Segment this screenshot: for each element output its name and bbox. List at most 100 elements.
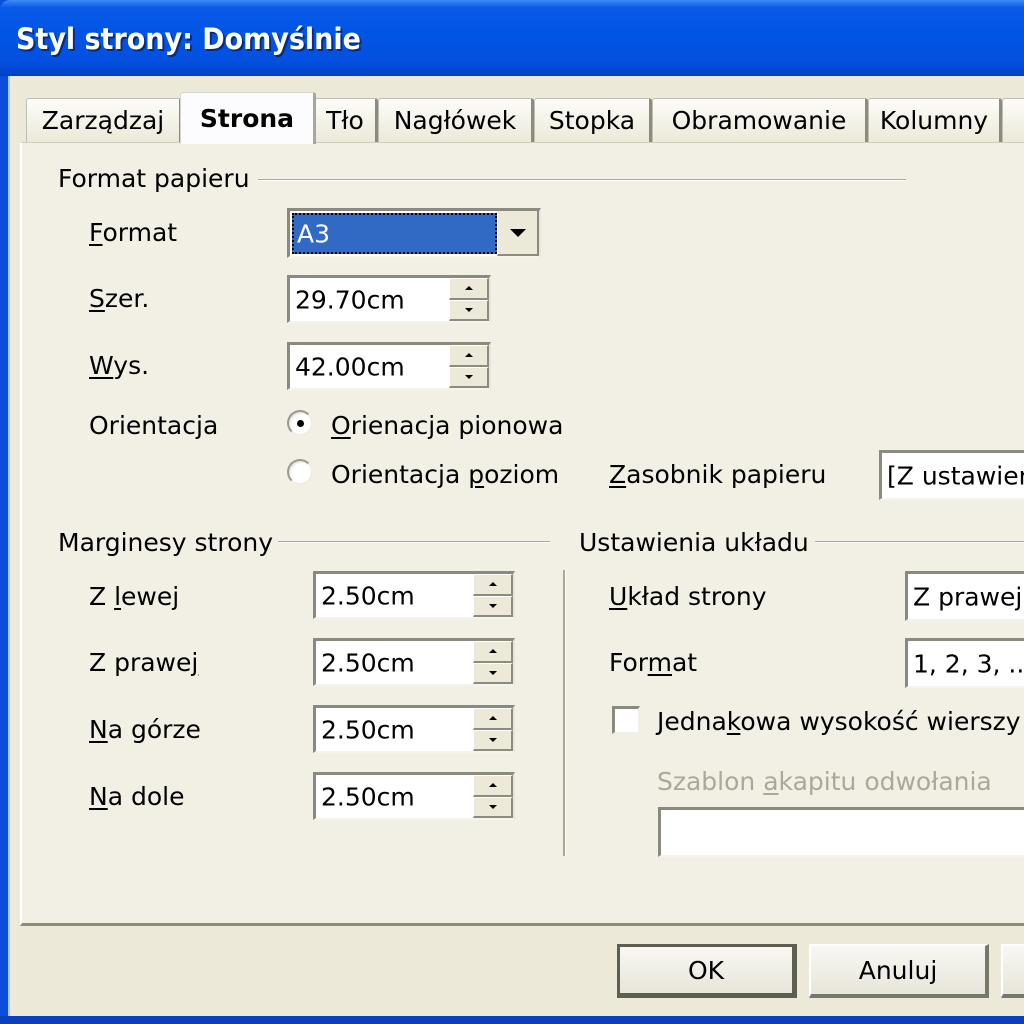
spin-up-button[interactable] bbox=[473, 574, 513, 596]
arrow-down-icon bbox=[488, 804, 497, 809]
spin-down-button[interactable] bbox=[473, 662, 513, 684]
chevron-down-icon bbox=[509, 228, 526, 237]
margin-right-label: Z prawej bbox=[89, 648, 199, 677]
reference-style-label: Szablon akapitu odwołania bbox=[657, 767, 992, 796]
tab-naglowek[interactable]: Nagłówek bbox=[378, 98, 534, 142]
dialog-window: Styl strony: Domyślnie Zarządzaj Strona … bbox=[0, 0, 1024, 1024]
tab-stopka[interactable]: Stopka bbox=[534, 98, 652, 142]
dialog-title: Styl strony: Domyślnie bbox=[16, 22, 361, 56]
margin-top-label: Na górze bbox=[89, 715, 201, 744]
width-label: Szer. bbox=[89, 284, 150, 313]
cancel-button[interactable]: Anuluj bbox=[809, 944, 989, 998]
paper-height-input[interactable]: 42.00cm bbox=[287, 342, 491, 390]
tab-kolumny[interactable]: Kolumny bbox=[868, 98, 1002, 142]
arrow-down-icon bbox=[488, 603, 497, 608]
tab-label: Strona bbox=[199, 104, 295, 133]
tab-label: Zarządzaj bbox=[41, 106, 165, 135]
paper-format-selected-value: A3 bbox=[292, 213, 497, 254]
margin-bottom-label: Na dole bbox=[89, 782, 185, 811]
margin-bottom-input[interactable]: 2.50cm bbox=[313, 772, 515, 820]
margin-top-input[interactable]: 2.50cm bbox=[313, 705, 515, 753]
paper-format-select[interactable]: A3 bbox=[287, 208, 541, 258]
margin-left-label: Z lewej bbox=[89, 582, 180, 611]
margin-top-spinner bbox=[473, 708, 513, 751]
margin-bottom-spinner bbox=[473, 775, 513, 818]
page-layout-label: Układ strony bbox=[609, 582, 767, 611]
paper-width-input[interactable]: 29.70cm bbox=[287, 275, 491, 323]
tab-label: Kolumny bbox=[879, 106, 989, 135]
margin-left-input[interactable]: 2.50cm bbox=[313, 571, 515, 619]
tab-strona[interactable]: Strona bbox=[180, 92, 316, 144]
title-bar[interactable]: Styl strony: Domyślnie bbox=[0, 0, 1024, 76]
dropdown-button[interactable] bbox=[497, 211, 539, 256]
tab-tlo[interactable]: Tło bbox=[314, 98, 378, 142]
group-divider bbox=[258, 179, 906, 181]
radio-selected-dot bbox=[297, 420, 304, 427]
spin-up-button[interactable] bbox=[449, 278, 489, 300]
vertical-separator bbox=[563, 570, 566, 856]
spin-down-button[interactable] bbox=[473, 595, 513, 617]
reference-style-select[interactable] bbox=[658, 807, 1024, 857]
paper-height-value[interactable]: 42.00cm bbox=[295, 352, 405, 381]
spin-down-button[interactable] bbox=[473, 796, 513, 818]
margin-left-spinner bbox=[473, 574, 513, 617]
page-layout-select[interactable]: Z prawej i z lewej bbox=[905, 571, 1024, 621]
numbering-format-value: 1, 2, 3, ... bbox=[913, 649, 1024, 678]
spin-up-button[interactable] bbox=[473, 708, 513, 730]
paper-width-spinner bbox=[449, 278, 489, 321]
group-divider bbox=[815, 541, 1024, 543]
height-label: Wys. bbox=[89, 351, 150, 380]
orientation-portrait-radio[interactable] bbox=[287, 410, 313, 436]
paper-tray-select[interactable]: [Z ustawień drukarki] bbox=[879, 450, 1024, 500]
group-title-margins: Marginesy strony bbox=[58, 528, 274, 557]
group-title-paper-format: Format papieru bbox=[58, 164, 250, 193]
arrow-down-icon bbox=[464, 374, 473, 379]
arrow-down-icon bbox=[464, 307, 473, 312]
margin-right-input[interactable]: 2.50cm bbox=[313, 638, 515, 686]
orientation-portrait-label[interactable]: Orienacja pionowa bbox=[331, 411, 563, 440]
register-true-checkbox[interactable] bbox=[612, 706, 640, 734]
spin-down-button[interactable] bbox=[449, 366, 489, 388]
group-title-layout: Ustawienia układu bbox=[579, 528, 809, 557]
spin-up-button[interactable] bbox=[473, 775, 513, 797]
arrow-up-icon bbox=[464, 286, 473, 291]
tab-bar: Zarządzaj Strona Tło Nagłówek Stopka Obr… bbox=[18, 92, 1024, 144]
margin-top-value[interactable]: 2.50cm bbox=[321, 715, 415, 744]
help-button[interactable] bbox=[1001, 944, 1024, 998]
arrow-up-icon bbox=[488, 582, 497, 587]
tab-zarzadzaj[interactable]: Zarządzaj bbox=[26, 98, 182, 142]
select-value: A3 bbox=[297, 219, 331, 248]
tab-label: Obramowanie bbox=[671, 106, 847, 135]
spin-up-button[interactable] bbox=[449, 345, 489, 367]
numbering-format-select[interactable]: 1, 2, 3, ... bbox=[905, 638, 1024, 688]
register-true-label[interactable]: Jednakowa wysokość wierszy bbox=[657, 707, 1021, 736]
orientation-landscape-label[interactable]: Orientacja pozioma bbox=[331, 460, 559, 489]
paper-tray-value: [Z ustawień drukarki] bbox=[887, 461, 1024, 490]
margin-right-spinner bbox=[473, 641, 513, 684]
arrow-down-icon bbox=[488, 670, 497, 675]
window-bottom-border bbox=[0, 1016, 1024, 1024]
orientation-landscape-radio[interactable] bbox=[287, 459, 313, 485]
spin-up-button[interactable] bbox=[473, 641, 513, 663]
page-layout-value: Z prawej i z lewej bbox=[913, 582, 1024, 611]
arrow-up-icon bbox=[464, 353, 473, 358]
paper-width-value[interactable]: 29.70cm bbox=[295, 285, 405, 314]
ok-button[interactable]: OK bbox=[617, 944, 797, 998]
margin-bottom-value[interactable]: 2.50cm bbox=[321, 782, 415, 811]
arrow-down-icon bbox=[488, 737, 497, 742]
group-divider bbox=[278, 541, 550, 543]
format-label: Format bbox=[89, 218, 178, 247]
arrow-up-icon bbox=[488, 783, 497, 788]
arrow-up-icon bbox=[488, 649, 497, 654]
tab-obramowanie[interactable]: Obramowanie bbox=[652, 98, 868, 142]
cancel-button-label: Anuluj bbox=[858, 955, 938, 985]
paper-tray-label: Zasobnik papieru bbox=[609, 460, 827, 489]
numbering-format-label: Format bbox=[609, 648, 698, 677]
margin-left-value[interactable]: 2.50cm bbox=[321, 581, 415, 610]
tab-label: Tło bbox=[326, 106, 364, 135]
tab-more[interactable] bbox=[1002, 98, 1024, 142]
spin-down-button[interactable] bbox=[473, 729, 513, 751]
arrow-up-icon bbox=[488, 716, 497, 721]
spin-down-button[interactable] bbox=[449, 299, 489, 321]
margin-right-value[interactable]: 2.50cm bbox=[321, 648, 415, 677]
